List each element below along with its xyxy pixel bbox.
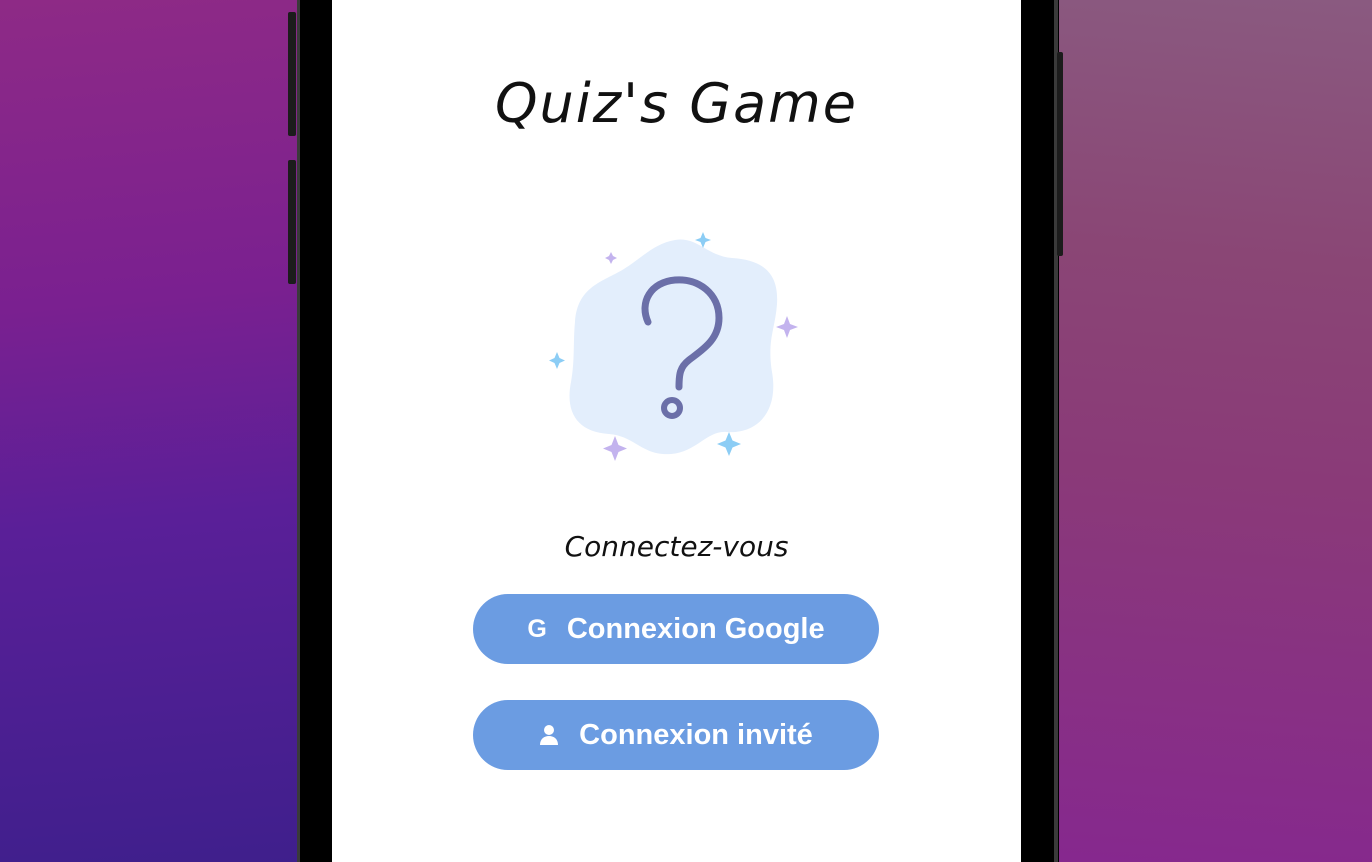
phone-side-button-upper	[288, 12, 296, 136]
sparkle-icon	[549, 352, 565, 369]
question-illustration	[549, 232, 798, 461]
google-login-button[interactable]: G Connexion Google	[473, 594, 879, 664]
user-icon	[539, 724, 559, 746]
sparkle-icon	[603, 436, 627, 461]
sparkle-icon	[605, 252, 617, 264]
app-title: Quiz's Game	[495, 72, 858, 135]
google-login-label: Connexion Google	[566, 612, 825, 645]
login-prompt: Connectez-vous	[564, 530, 789, 563]
google-icon: G	[527, 614, 547, 643]
app-screen: Quiz's Game Connectez-vous G Connexion G…	[332, 0, 1021, 862]
background-left	[0, 0, 300, 862]
guest-login-label: Connexion invité	[579, 718, 813, 751]
phone-side-button-lower	[288, 160, 296, 284]
sparkle-icon	[776, 316, 798, 338]
background-right	[1054, 0, 1372, 862]
phone-power-button	[1057, 52, 1063, 256]
sparkle-icon	[717, 432, 741, 456]
phone-frame-edge-left	[297, 0, 300, 862]
guest-login-button[interactable]: Connexion invité	[473, 700, 879, 770]
